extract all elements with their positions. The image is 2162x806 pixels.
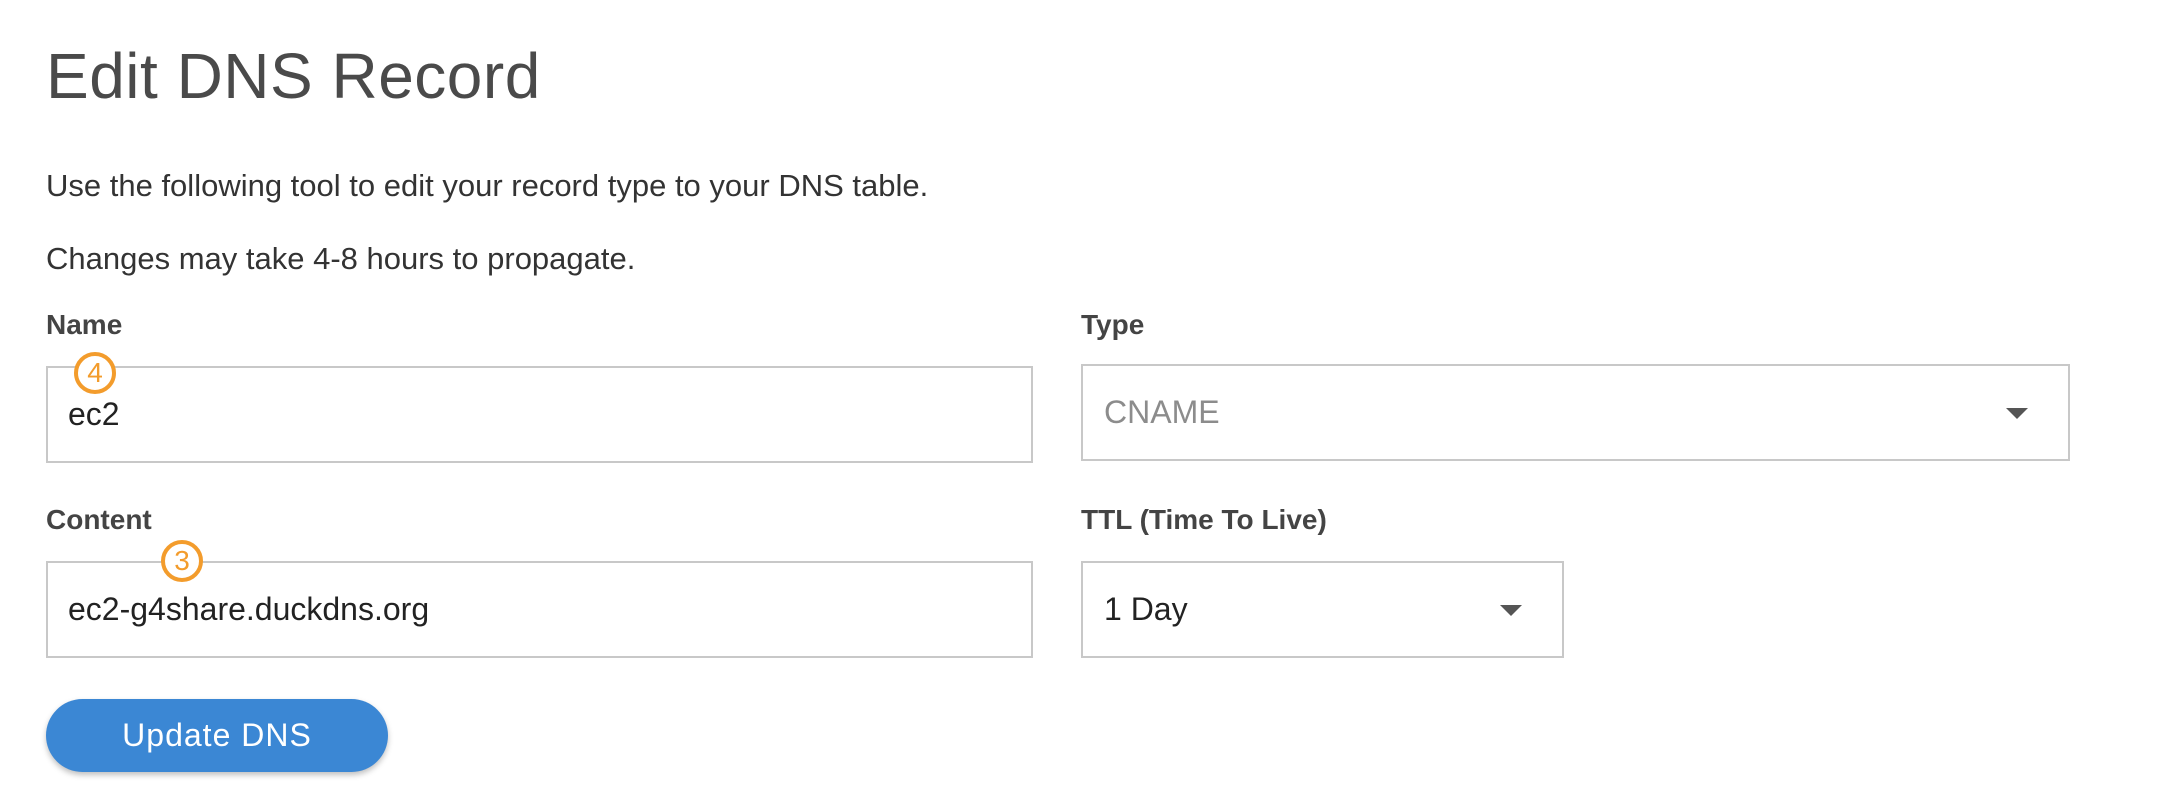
type-label: Type bbox=[1081, 309, 1145, 340]
update-dns-button[interactable]: Update DNS bbox=[46, 699, 388, 772]
ttl-label: TTL (Time To Live) bbox=[1081, 504, 1327, 535]
ttl-select[interactable]: 1 Day bbox=[1081, 561, 1564, 658]
name-label: Name bbox=[46, 309, 123, 340]
step-badge-content: 3 bbox=[161, 540, 203, 582]
ttl-selected-value: 1 Day bbox=[1104, 591, 1188, 627]
type-select[interactable]: CNAME bbox=[1081, 364, 2070, 461]
content-label: Content bbox=[46, 504, 152, 535]
caret-down-icon bbox=[1500, 605, 1522, 616]
step-badge-name: 4 bbox=[74, 352, 116, 394]
type-selected-value: CNAME bbox=[1104, 394, 1220, 430]
propagation-note: Changes may take 4-8 hours to propagate. bbox=[46, 241, 636, 276]
name-input[interactable] bbox=[46, 366, 1033, 463]
page-title: Edit DNS Record bbox=[46, 40, 541, 112]
caret-down-icon bbox=[2006, 408, 2028, 419]
intro-text: Use the following tool to edit your reco… bbox=[46, 168, 929, 203]
